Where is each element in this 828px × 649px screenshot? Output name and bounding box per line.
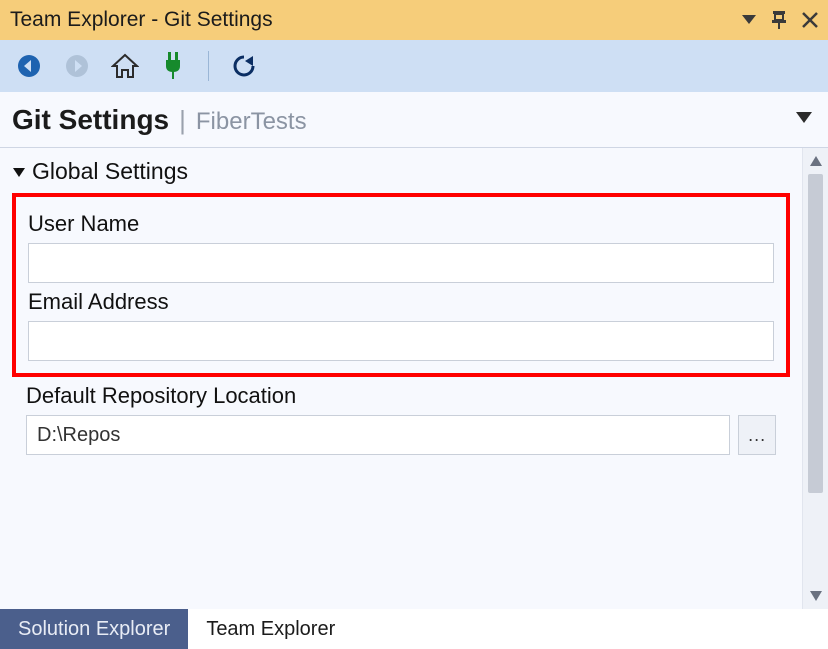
scroll-up-icon[interactable]	[803, 148, 828, 174]
page-context: FiberTests	[196, 108, 307, 136]
browse-button-label: ...	[748, 425, 766, 446]
email-input[interactable]	[28, 321, 774, 361]
vertical-scrollbar[interactable]	[802, 148, 828, 609]
home-button[interactable]	[108, 49, 142, 83]
page-menu-icon[interactable]	[796, 111, 812, 129]
page-header: Git Settings | FiberTests	[0, 92, 828, 148]
user-name-label: User Name	[28, 211, 774, 237]
repo-location-input[interactable]	[26, 415, 730, 455]
window-dropdown-icon[interactable]	[742, 15, 756, 25]
toolbar	[0, 40, 828, 92]
forward-button[interactable]	[60, 49, 94, 83]
email-label: Email Address	[28, 289, 774, 315]
pin-icon[interactable]	[770, 10, 788, 30]
tab-label: Solution Explorer	[18, 618, 170, 641]
browse-button[interactable]: ...	[738, 415, 776, 455]
connect-button[interactable]	[156, 49, 190, 83]
close-icon[interactable]	[802, 12, 818, 28]
page-title: Git Settings	[12, 104, 169, 136]
highlight-box: User Name Email Address	[12, 193, 790, 377]
chevron-down-icon	[12, 165, 26, 179]
titlebar: Team Explorer - Git Settings	[0, 0, 828, 40]
back-button[interactable]	[12, 49, 46, 83]
scroll-track[interactable]	[803, 174, 828, 583]
refresh-button[interactable]	[227, 49, 261, 83]
user-name-input[interactable]	[28, 243, 774, 283]
toolbar-separator	[208, 51, 209, 81]
tab-label: Team Explorer	[206, 618, 335, 641]
window-title: Team Explorer - Git Settings	[10, 8, 273, 32]
repo-location-label: Default Repository Location	[26, 383, 776, 409]
global-settings-header[interactable]: Global Settings	[12, 158, 790, 185]
bottom-tab-strip: Solution Explorer Team Explorer	[0, 609, 828, 649]
page-title-separator: |	[179, 105, 186, 136]
content-panel: Global Settings User Name Email Address …	[0, 148, 802, 609]
tab-solution-explorer[interactable]: Solution Explorer	[0, 609, 188, 649]
scroll-thumb[interactable]	[808, 174, 823, 493]
tab-team-explorer[interactable]: Team Explorer	[188, 609, 353, 649]
global-settings-label: Global Settings	[32, 158, 188, 185]
scroll-down-icon[interactable]	[803, 583, 828, 609]
